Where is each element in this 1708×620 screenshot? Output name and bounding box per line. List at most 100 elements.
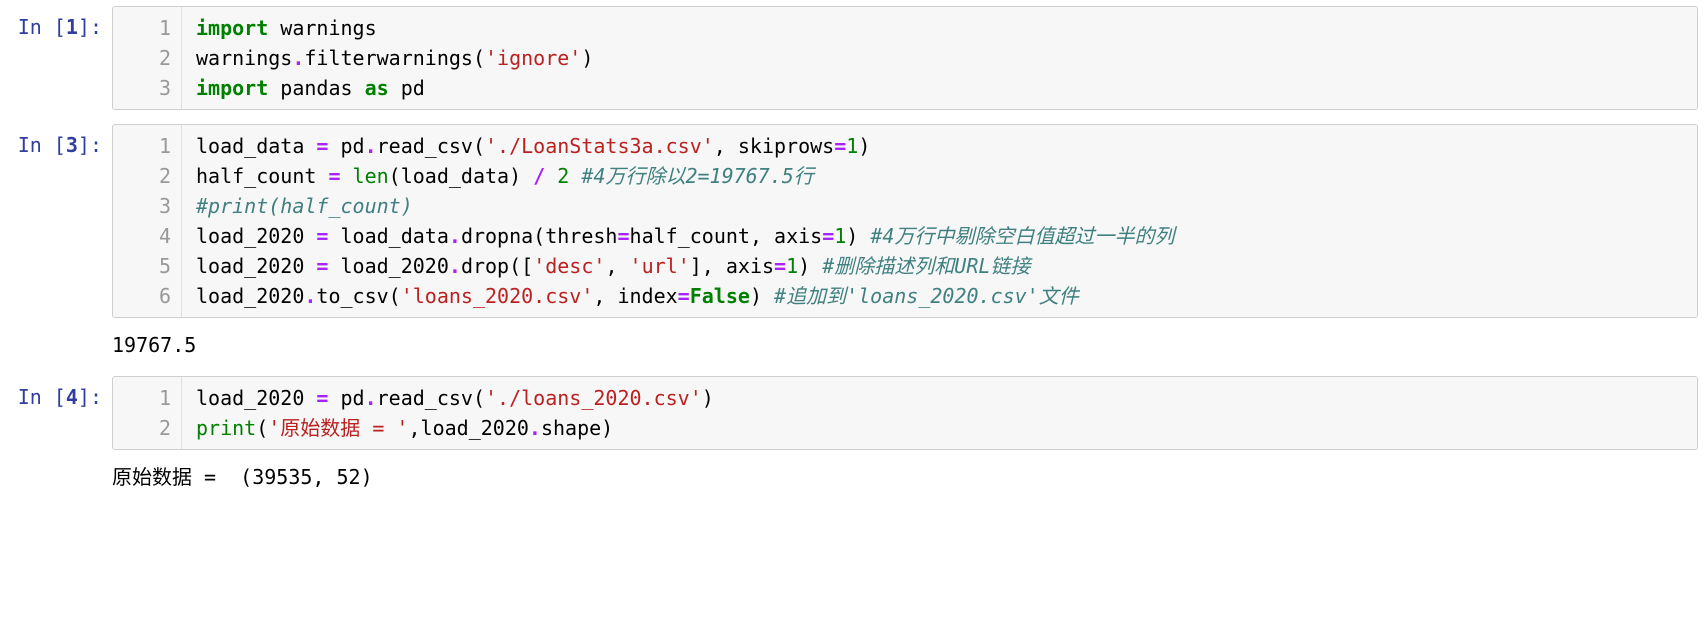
line-number: 3	[127, 73, 171, 103]
code-line: load_data = pd.read_csv('./LoanStats3a.c…	[196, 131, 1683, 161]
code-token: 2	[557, 164, 569, 188]
code-token: pd	[389, 76, 425, 100]
code-input-area[interactable]: 123import warningswarnings.filterwarning…	[112, 6, 1698, 110]
code-token: load_2020	[196, 254, 316, 278]
code-token: read_csv(	[377, 134, 485, 158]
prompt-suffix: ]:	[78, 385, 102, 409]
code-token: '原始数据 = '	[268, 416, 408, 440]
code-token: filterwarnings	[304, 46, 473, 70]
code-token: )	[858, 134, 870, 158]
code-token: #4万行中剔除空白值超过一半的列	[870, 224, 1174, 248]
code-token: (	[473, 46, 485, 70]
code-token: =	[834, 134, 846, 158]
code-input-area[interactable]: 123456 load_data = pd.read_csv('./LoanSta…	[112, 124, 1698, 318]
prompt-prefix: In [	[18, 15, 66, 39]
code-token: ,	[605, 254, 629, 278]
code-token: import	[196, 76, 268, 100]
code-token: =	[316, 224, 328, 248]
code-token: 1	[834, 224, 846, 248]
prompt-number: 3	[66, 133, 78, 157]
code-cell[interactable]: In [3]:123456 load_data = pd.read_csv('./…	[0, 118, 1708, 326]
prompt-prefix: In [	[18, 385, 66, 409]
code-token: (load_data)	[389, 164, 534, 188]
code-token: pd	[328, 386, 364, 410]
code-token: )	[846, 224, 870, 248]
line-number-gutter: 123	[113, 7, 182, 109]
code-input-area[interactable]: 12load_2020 = pd.read_csv('./loans_2020.…	[112, 376, 1698, 450]
code-token: )	[581, 46, 593, 70]
code-token: (	[256, 416, 268, 440]
code-token: )	[750, 284, 774, 308]
line-number-gutter: 12	[113, 377, 182, 449]
code-token: 1	[786, 254, 798, 278]
code-token: pd	[328, 134, 364, 158]
code-token: print	[196, 416, 256, 440]
prompt-suffix: ]:	[78, 15, 102, 39]
code-line: load_2020 = load_data.dropna(thresh=half…	[196, 221, 1683, 251]
code-line: import pandas as pd	[196, 73, 1683, 103]
output-row: 原始数据 = (39535, 52)	[0, 458, 1708, 502]
code-token: .	[449, 254, 461, 278]
prompt-number: 4	[66, 385, 78, 409]
code-token: warnings	[268, 16, 376, 40]
code-token: load_2020	[196, 224, 316, 248]
line-number: 2	[127, 43, 171, 73]
line-number: 1	[127, 131, 171, 161]
code-token: =	[678, 284, 690, 308]
code-token: './LoanStats3a.csv'	[485, 134, 714, 158]
input-prompt: In [4]:	[10, 376, 112, 412]
code-token: read_csv(	[377, 386, 485, 410]
input-prompt: In [3]:	[10, 124, 112, 160]
code-token: .	[365, 386, 377, 410]
code-token: len	[353, 164, 389, 188]
prompt-suffix: ]:	[78, 133, 102, 157]
code-token	[341, 164, 353, 188]
line-number: 5	[127, 251, 171, 281]
code-token: 'url'	[630, 254, 690, 278]
code-token: shape)	[541, 416, 613, 440]
code-token: #print(half_count)	[196, 194, 413, 218]
line-number-gutter: 123456	[113, 125, 182, 317]
code-token: load_2020	[328, 254, 448, 278]
code-token: False	[690, 284, 750, 308]
code-token: dropna(thresh	[461, 224, 618, 248]
code-token: .	[449, 224, 461, 248]
code-cell[interactable]: In [1]:123import warningswarnings.filter…	[0, 0, 1708, 118]
code-line: warnings.filterwarnings('ignore')	[196, 43, 1683, 73]
code-token: #追加到'loans_2020.csv'文件	[774, 284, 1079, 308]
code-cell[interactable]: In [4]:12load_2020 = pd.read_csv('./loan…	[0, 370, 1708, 458]
output-text: 原始数据 = (39535, 52)	[112, 462, 373, 492]
code-line: print('原始数据 = ',load_2020.shape)	[196, 413, 1683, 443]
code-token: half_count	[196, 164, 328, 188]
code-token: .	[365, 134, 377, 158]
code-token: 'loans_2020.csv'	[401, 284, 594, 308]
output-row: 19767.5	[0, 326, 1708, 370]
code-editor[interactable]: load_2020 = pd.read_csv('./loans_2020.cs…	[182, 377, 1697, 449]
code-editor[interactable]: import warningswarnings.filterwarnings('…	[182, 7, 1697, 109]
code-line: import warnings	[196, 13, 1683, 43]
code-token: =	[316, 254, 328, 278]
code-token: =	[822, 224, 834, 248]
code-token: drop([	[461, 254, 533, 278]
code-token: ], axis	[690, 254, 774, 278]
code-token: warnings	[196, 46, 292, 70]
code-token: .	[292, 46, 304, 70]
code-editor[interactable]: load_data = pd.read_csv('./LoanStats3a.c…	[182, 125, 1697, 317]
line-number: 2	[127, 413, 171, 443]
code-token: load_2020	[196, 386, 316, 410]
notebook-container: In [1]:123import warningswarnings.filter…	[0, 0, 1708, 502]
code-token: .	[304, 284, 316, 308]
code-token: as	[365, 76, 389, 100]
code-line: load_2020 = load_2020.drop(['desc', 'url…	[196, 251, 1683, 281]
code-token: .	[529, 416, 541, 440]
code-token: )	[702, 386, 714, 410]
code-token: './loans_2020.csv'	[485, 386, 702, 410]
code-token: , index	[593, 284, 677, 308]
code-token: 'ignore'	[485, 46, 581, 70]
code-token: ,load_2020	[408, 416, 528, 440]
code-token: #删除描述列和URL链接	[822, 254, 1030, 278]
code-token: import	[196, 16, 268, 40]
code-line: #print(half_count)	[196, 191, 1683, 221]
code-token: half_count, axis	[630, 224, 823, 248]
code-token	[569, 164, 581, 188]
